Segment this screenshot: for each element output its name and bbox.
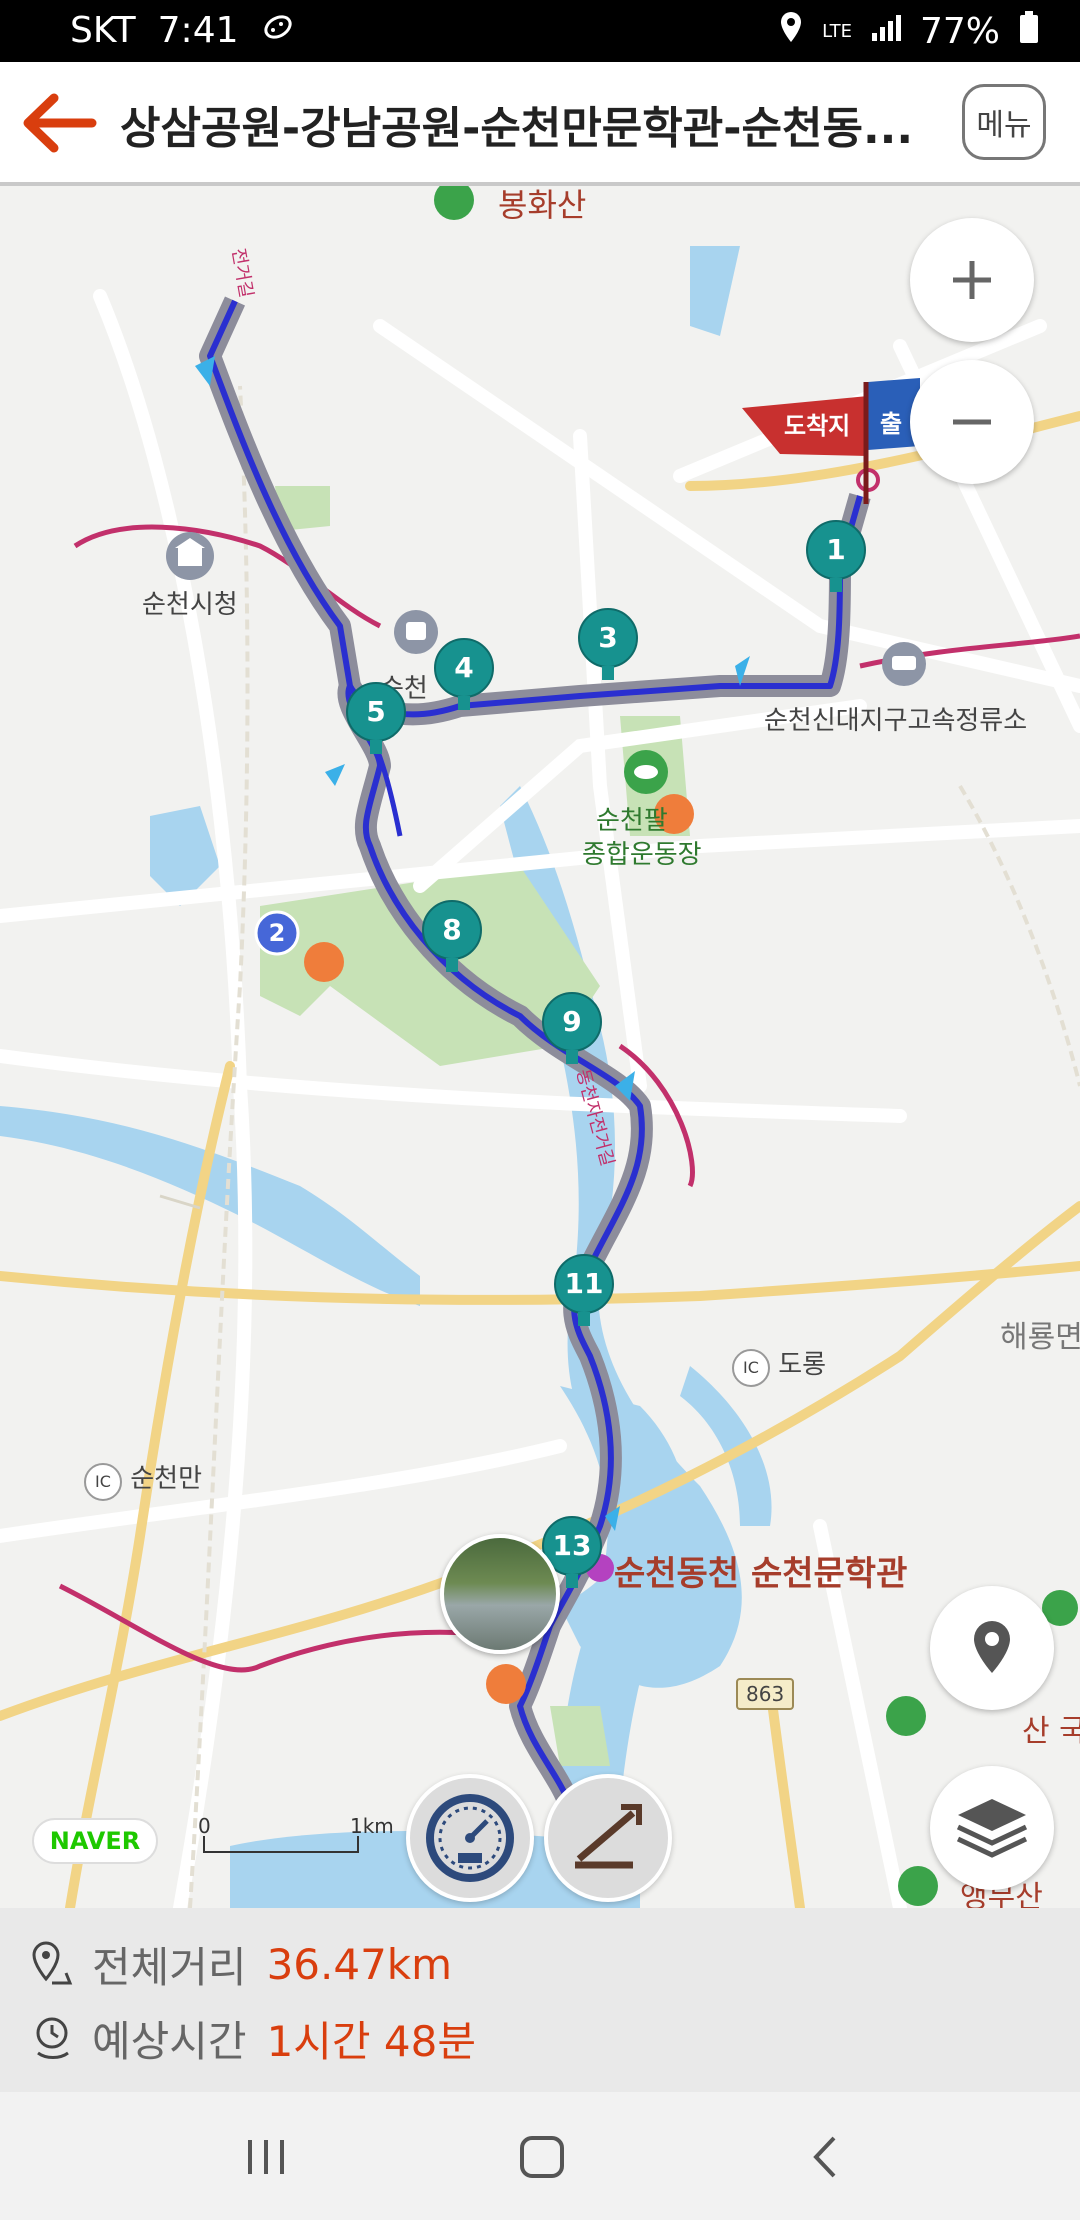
blue-marker[interactable]: 2 [254,910,300,956]
status-bar: SKT 7:41 LTE 77% [0,0,1080,62]
ic-badge-label: IC [84,1463,122,1501]
layers-button[interactable] [930,1766,1054,1890]
map-label-museum: 순천동천 순천문학관 [614,1554,908,1594]
map-label-dorong: 도롱 [778,1350,827,1380]
flag-destination-label: 도착지 [784,412,851,440]
speedometer-icon [426,1794,514,1882]
route-marker-number: 1 [826,533,846,566]
route-marker[interactable]: 11 [554,1254,614,1334]
recent-apps-button[interactable] [236,2132,296,2182]
ic-badge-suncheonman: IC 순천만 [84,1458,202,1501]
scale-bar: 0 1km [198,1814,398,1864]
menu-button[interactable]: 메뉴 [962,84,1046,160]
route-marker-number: 8 [442,913,462,946]
ic-badge-dorong: IC 도롱 [732,1344,826,1387]
flag-start-label: 출 [880,410,903,438]
speedometer-button[interactable] [406,1774,534,1902]
elevation-icon [575,1804,642,1869]
back-button[interactable] [20,90,100,156]
clock: 7:41 [157,10,239,51]
layers-icon [956,1799,1028,1858]
photo-thumbnail[interactable] [440,1534,560,1654]
time-value: 1시간 48분 [266,2016,476,2066]
distance-pin-icon [32,1941,73,1985]
route-marker-number: 9 [562,1005,582,1038]
route-marker-number: 11 [564,1267,604,1300]
blue-marker-number: 2 [268,919,286,947]
back-arrow-icon [23,93,97,153]
naver-logo: NAVER [32,1818,158,1864]
route-marker[interactable]: 4 [434,638,494,718]
zoom-out-icon [953,419,991,425]
signal-icon [870,11,902,52]
route-marker[interactable]: 5 [346,682,406,762]
battery-percent: 77% [919,11,1000,52]
route-marker-number: 4 [454,651,474,684]
activity-icon [261,10,295,51]
lte-label: LTE [822,20,852,42]
map-label-stadium-b: 종합운동장 [582,840,702,870]
app-header: 상삼공원-강남공원-순천만문학관-순천동... 메뉴 [0,62,1080,186]
battery-icon [1018,10,1040,53]
route-marker[interactable]: 1 [806,520,866,600]
map-label-suncheonman: 순천만 [130,1464,203,1494]
clock-pin-icon [36,2017,69,2059]
system-nav-bar [0,2092,1080,2220]
map-label-bonghwasan: 봉화산 [498,186,587,224]
lte-icon: LTE [822,20,852,42]
map-label-san: 산 국 [1022,1714,1080,1749]
elevation-button[interactable] [544,1774,672,1902]
home-icon [520,2136,564,2178]
map-label-stadium-a: 순천팔 [596,806,668,836]
map-label-haeryong: 해룡면 [1000,1320,1080,1355]
zoom-in-button[interactable] [910,218,1034,342]
back-nav-icon [813,2136,836,2178]
location-icon [778,10,804,53]
map-label-city-hall: 순천시청 [142,590,238,620]
route-marker[interactable]: 9 [542,992,602,1072]
home-button[interactable] [512,2132,572,2182]
carrier-label: SKT [70,10,136,51]
time-label: 예상시간 [92,2016,247,2066]
route-marker-number: 5 [366,695,386,728]
recent-apps-icon [248,2140,284,2174]
back-nav-button[interactable] [796,2132,856,2182]
map-view[interactable]: 봉화산 순천시청 순천 순천신대지구고속정류소 순천팔 종합운동장 동천자전거길… [0,186,1080,1908]
route-marker[interactable]: 8 [422,900,482,980]
zoom-in-icon [953,261,991,299]
route-marker[interactable]: 3 [578,608,638,688]
distance-value: 36.47km [266,1939,453,1989]
route-info-panel: 전체거리 36.47km 예상시간 1시간 48분 [0,1908,1080,2092]
my-location-button[interactable] [930,1586,1054,1710]
distance-label: 전체거리 [92,1942,247,1992]
ic-badge-label: IC [732,1349,770,1387]
page-title: 상삼공원-강남공원-순천만문학관-순천동... [120,103,914,154]
map-label-terminal: 순천신대지구고속정류소 [764,706,1028,736]
time-row: 예상시간 1시간 48분 [30,2008,476,2068]
location-pin-icon [974,1621,1010,1673]
road-number-863: 863 [736,1678,795,1710]
distance-row: 전체거리 36.47km [30,1934,452,1994]
route-marker-number: 3 [598,621,618,654]
zoom-out-button[interactable] [910,360,1034,484]
